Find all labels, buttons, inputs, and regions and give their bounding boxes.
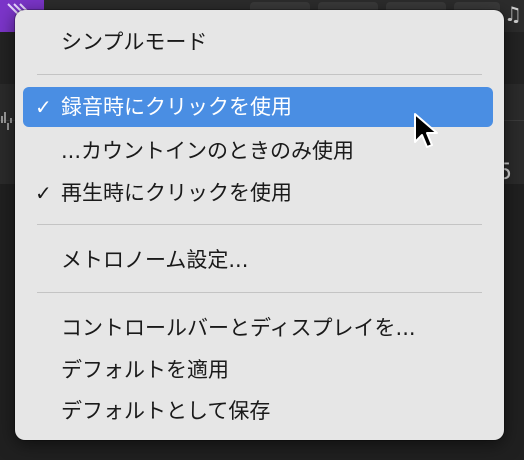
menu-item-label: コントロールバーとディスプレイを... [61,316,416,340]
menu-separator [37,224,482,225]
music-note-icon[interactable]: ♫ [504,2,522,26]
menu-item-label: デフォルトとして保存 [61,399,271,423]
menu-item-metronome-settings[interactable]: メトロノーム設定... [23,240,493,280]
menu-item-label: 再生時にクリックを使用 [61,181,292,205]
menu-item-label: ...カウントインのときのみ使用 [61,139,355,163]
menu-separator [37,292,482,293]
menu-separator [37,74,482,75]
checkmark-icon: ✓ [35,181,52,205]
menu-item-save-as-default[interactable]: デフォルトとして保存 [23,391,493,431]
menu-item-label: デフォルトを適用 [61,358,229,382]
menu-item-click-while-playing[interactable]: ✓ 再生時にクリックを使用 [23,173,493,213]
menu-item-customize-control-bar[interactable]: コントロールバーとディスプレイを... [23,308,493,348]
menu-item-label: 録音時にクリックを使用 [61,95,292,119]
menu-item-label: シンプルモード [61,30,208,54]
menu-item-apply-default[interactable]: デフォルトを適用 [23,350,493,390]
waveform-icon [1,112,12,130]
menu-item-simple-mode[interactable]: シンプルモード [23,22,493,62]
checkmark-icon: ✓ [35,95,52,119]
menu-item-label: メトロノーム設定... [61,248,249,272]
mouse-pointer-icon [414,113,438,148]
metronome-context-menu: シンプルモード ✓ 録音時にクリックを使用 ...カウントインのときのみ使用 ✓… [15,10,504,440]
